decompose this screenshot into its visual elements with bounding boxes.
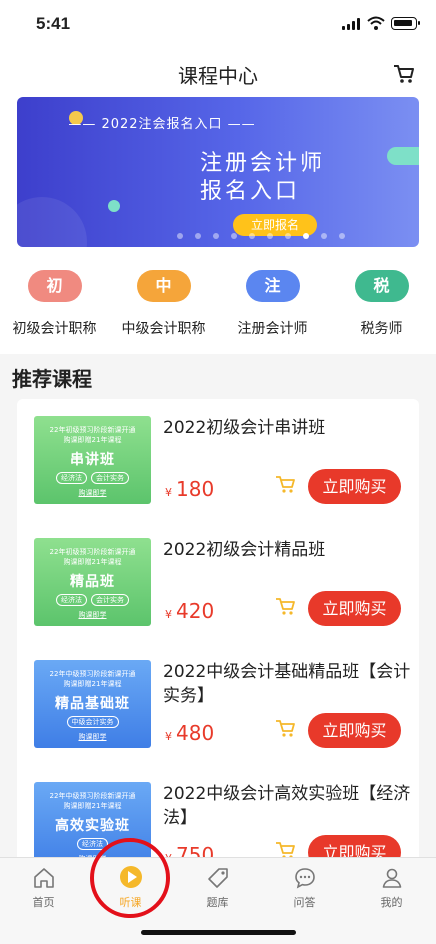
category-item[interactable]: 初初级会计职称 bbox=[0, 270, 109, 338]
page-title: 课程中心 bbox=[178, 64, 258, 88]
carousel-indicator[interactable] bbox=[177, 233, 345, 239]
thumb-tags: 中级会计实务 bbox=[34, 716, 151, 728]
thumb-tags: 经济法 会计实务 bbox=[34, 594, 151, 606]
banner-decoration bbox=[387, 147, 419, 165]
course-item[interactable]: 22年中级预习阶段新课开通 购课即赠21年课程 精品基础班 中级会计实务 购课即学 202… bbox=[17, 643, 419, 765]
promo-banner[interactable]: —— 2022注会报名入口 —— 注册会计师 报名入口 立即报名 bbox=[17, 97, 419, 247]
price-value: 420 bbox=[176, 599, 215, 623]
course-price: ¥480 bbox=[165, 721, 214, 745]
currency-symbol: ¥ bbox=[165, 486, 172, 499]
thumb-caption: 22年中级预习阶段新课开通 购课即赠21年课程 bbox=[49, 670, 136, 688]
thumb-course-name: 高效实验班 bbox=[55, 818, 130, 834]
thumb-course-name: 精品基础班 bbox=[55, 696, 130, 712]
carousel-dot[interactable] bbox=[195, 233, 201, 239]
thumb-caption: 22年初级预习阶段新课开通 购课即赠21年课程 bbox=[49, 548, 136, 566]
carousel-dot[interactable] bbox=[321, 233, 327, 239]
banner-decoration bbox=[17, 197, 87, 247]
buy-now-button[interactable]: 立即购买 bbox=[308, 469, 401, 504]
tab-label: 问答 bbox=[293, 896, 316, 909]
home-indicator bbox=[141, 930, 296, 935]
tab-user[interactable]: 我的 bbox=[348, 866, 435, 910]
carousel-dot[interactable] bbox=[267, 233, 273, 239]
thumb-caption: 22年中级预习阶段新课开通 购课即赠21年课程 bbox=[49, 792, 136, 810]
category-badge-icon: 税 bbox=[354, 270, 409, 302]
chat-icon bbox=[293, 866, 317, 890]
course-title[interactable]: 2022初级会计串讲班 bbox=[163, 416, 413, 440]
tab-chat[interactable]: 问答 bbox=[261, 866, 348, 910]
status-time: 5:41 bbox=[36, 14, 71, 33]
category-label: 中级会计职称 bbox=[121, 321, 206, 337]
tab-label: 我的 bbox=[380, 896, 403, 909]
course-thumbnail[interactable]: 22年初级预习阶段新课开通 购课即赠21年课程 串讲班经济法 会计实务购课即学 bbox=[34, 416, 151, 504]
carousel-dot[interactable] bbox=[213, 233, 219, 239]
course-title[interactable]: 2022中级会计高效实验班【经济法】 bbox=[163, 782, 413, 830]
banner-headline-2: 报名入口 bbox=[200, 179, 301, 204]
buy-now-button[interactable]: 立即购买 bbox=[308, 591, 401, 626]
add-to-cart-icon[interactable] bbox=[275, 475, 297, 495]
category-label: 税务师 bbox=[360, 321, 403, 337]
thumb-tag: 会计实务 bbox=[91, 594, 129, 606]
add-to-cart-icon[interactable] bbox=[275, 597, 297, 617]
thumb-tag: 中级会计实务 bbox=[66, 716, 119, 728]
screen: 5:41 课程中心 —— 2022注会报名入口 —— 注册会计师 报名入口 立即… bbox=[0, 0, 436, 944]
signal-icon bbox=[342, 18, 362, 30]
thumb-footer: 购课即学 bbox=[78, 489, 107, 497]
category-label: 初级会计职称 bbox=[12, 321, 97, 337]
thumb-caption: 22年初级预习阶段新课开通 购课即赠21年课程 bbox=[49, 426, 136, 444]
course-list: 22年初级预习阶段新课开通 购课即赠21年课程 串讲班 经济法 会计实务 购课即学 2022… bbox=[17, 399, 419, 869]
course-item[interactable]: 22年中级预习阶段新课开通购课即赠21年课程高效实验班经济法购课即学2022中级… bbox=[17, 765, 419, 869]
thumb-course-name: 串讲班 bbox=[70, 452, 115, 468]
carousel-dot[interactable] bbox=[177, 233, 183, 239]
user-icon bbox=[380, 866, 404, 890]
category-badge-icon: 中 bbox=[136, 270, 191, 302]
buy-now-button[interactable]: 立即购买 bbox=[308, 713, 401, 748]
tab-label: 首页 bbox=[32, 896, 55, 909]
carousel-dot[interactable] bbox=[231, 233, 237, 239]
cart-icon[interactable] bbox=[393, 63, 415, 85]
category-badge-icon: 注 bbox=[245, 270, 300, 302]
course-title[interactable]: 2022初级会计精品班 bbox=[163, 538, 413, 562]
currency-symbol: ¥ bbox=[165, 608, 172, 621]
currency-symbol: ¥ bbox=[165, 730, 172, 743]
category-item[interactable]: 中中级会计职称 bbox=[109, 270, 218, 338]
carousel-dot[interactable] bbox=[303, 233, 309, 239]
status-bar: 5:41 bbox=[0, 0, 436, 50]
course-price: ¥180 bbox=[165, 477, 214, 501]
banner-subtitle: —— 2022注会报名入口 —— bbox=[68, 117, 256, 132]
category-item[interactable]: 税税务师 bbox=[327, 270, 436, 338]
thumb-course-name: 精品班 bbox=[70, 574, 115, 590]
price-value: 180 bbox=[176, 477, 215, 501]
category-label: 注册会计师 bbox=[237, 321, 308, 337]
tab-tag[interactable]: 题库 bbox=[174, 866, 261, 910]
thumb-tags: 经济法 会计实务 bbox=[34, 472, 151, 484]
course-item[interactable]: 22年初级预习阶段新课开通 购课即赠21年课程 串讲班经济法 会计实务购课即学 2022… bbox=[17, 399, 419, 521]
tab-label: 题库 bbox=[206, 896, 229, 909]
thumb-tag: 会计实务 bbox=[91, 472, 129, 484]
course-thumbnail[interactable]: 22年初级预习阶段新课开通 购课即赠21年课程 精品班经济法 会计实务购课即学 bbox=[34, 538, 151, 626]
course-price: ¥420 bbox=[165, 599, 214, 623]
course-title[interactable]: 2022中级会计基础精品班【会计实务】 bbox=[163, 660, 413, 708]
tab-home[interactable]: 首页 bbox=[0, 866, 87, 910]
category-item[interactable]: 注注册会计师 bbox=[218, 270, 327, 338]
category-badge-icon: 初 bbox=[27, 270, 82, 302]
home-icon bbox=[32, 866, 56, 890]
wifi-icon bbox=[367, 16, 385, 30]
course-thumbnail[interactable]: 22年中级预习阶段新课开通 购课即赠21年课程 精品基础班中级会计实务购课即学 bbox=[34, 660, 151, 748]
course-item[interactable]: 22年初级预习阶段新课开通 购课即赠21年课程 精品班经济法 会计实务购课即学 2022… bbox=[17, 521, 419, 643]
thumb-footer: 购课即学 bbox=[78, 733, 107, 741]
banner-decoration bbox=[108, 200, 120, 212]
thumb-footer: 购课即学 bbox=[78, 611, 107, 619]
tag-icon bbox=[206, 866, 230, 890]
carousel-dot[interactable] bbox=[339, 233, 345, 239]
carousel-dot[interactable] bbox=[285, 233, 291, 239]
battery-icon bbox=[391, 17, 420, 30]
thumb-tag: 经济法 bbox=[56, 594, 87, 606]
price-value: 480 bbox=[176, 721, 215, 745]
section-title: 推荐课程 bbox=[12, 367, 92, 391]
thumb-tag: 经济法 bbox=[56, 472, 87, 484]
add-to-cart-icon[interactable] bbox=[275, 719, 297, 739]
highlight-circle bbox=[90, 838, 170, 918]
carousel-dot[interactable] bbox=[249, 233, 255, 239]
